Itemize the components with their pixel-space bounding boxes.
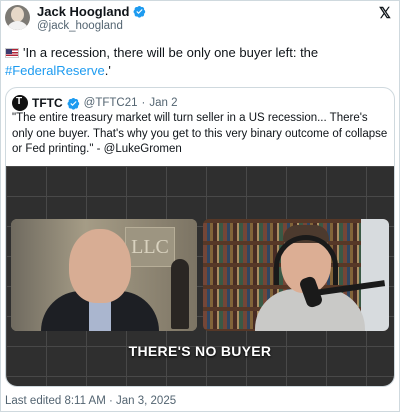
us-flag-icon: [5, 48, 19, 58]
hashtag-link[interactable]: #FederalReserve: [5, 63, 105, 78]
video-panel-left: LLC: [11, 219, 197, 331]
quoted-text: "The entire treasury market will turn se…: [12, 112, 388, 155]
author-handle[interactable]: @jack_hoogland: [37, 20, 123, 32]
video-panel-right: [203, 219, 389, 331]
author-name-row: Jack Hoogland: [37, 4, 146, 19]
post-text-before: 'In a recession, there will be only one …: [23, 45, 319, 60]
post-text: 'In a recession, there will be only one …: [5, 44, 397, 80]
statue-figure: [171, 259, 189, 329]
video-player[interactable]: LLC THERE'S NO BUYER: [6, 166, 394, 386]
quoted-header: TFTC @TFTC21 · Jan 2: [12, 95, 178, 111]
quoted-author-name[interactable]: TFTC: [32, 96, 63, 110]
quoted-separator: ·: [141, 97, 146, 109]
verified-badge-icon: [67, 97, 79, 110]
avatar-head-shape: [11, 7, 24, 22]
x-logo-icon[interactable]: 𝕏: [379, 4, 391, 22]
wall-sign: LLC: [125, 227, 175, 267]
author-avatar[interactable]: [5, 5, 30, 30]
verified-badge-icon: [134, 5, 146, 18]
speaker-left-head: [69, 229, 131, 303]
video-caption: THERE'S NO BUYER: [128, 343, 272, 359]
edited-timestamp[interactable]: Last edited 8:11 AM · Jan 3, 2025: [5, 395, 176, 407]
author-name[interactable]: Jack Hoogland: [37, 4, 129, 19]
quoted-author-handle[interactable]: @TFTC21: [84, 97, 138, 109]
post-text-after: .': [104, 63, 111, 78]
quoted-date[interactable]: Jan 2: [149, 97, 177, 109]
quoted-tweet[interactable]: TFTC @TFTC21 · Jan 2 "The entire treasur…: [5, 87, 395, 387]
tftc-avatar[interactable]: [12, 95, 28, 111]
window: [361, 219, 389, 331]
avatar-body-shape: [6, 21, 29, 30]
